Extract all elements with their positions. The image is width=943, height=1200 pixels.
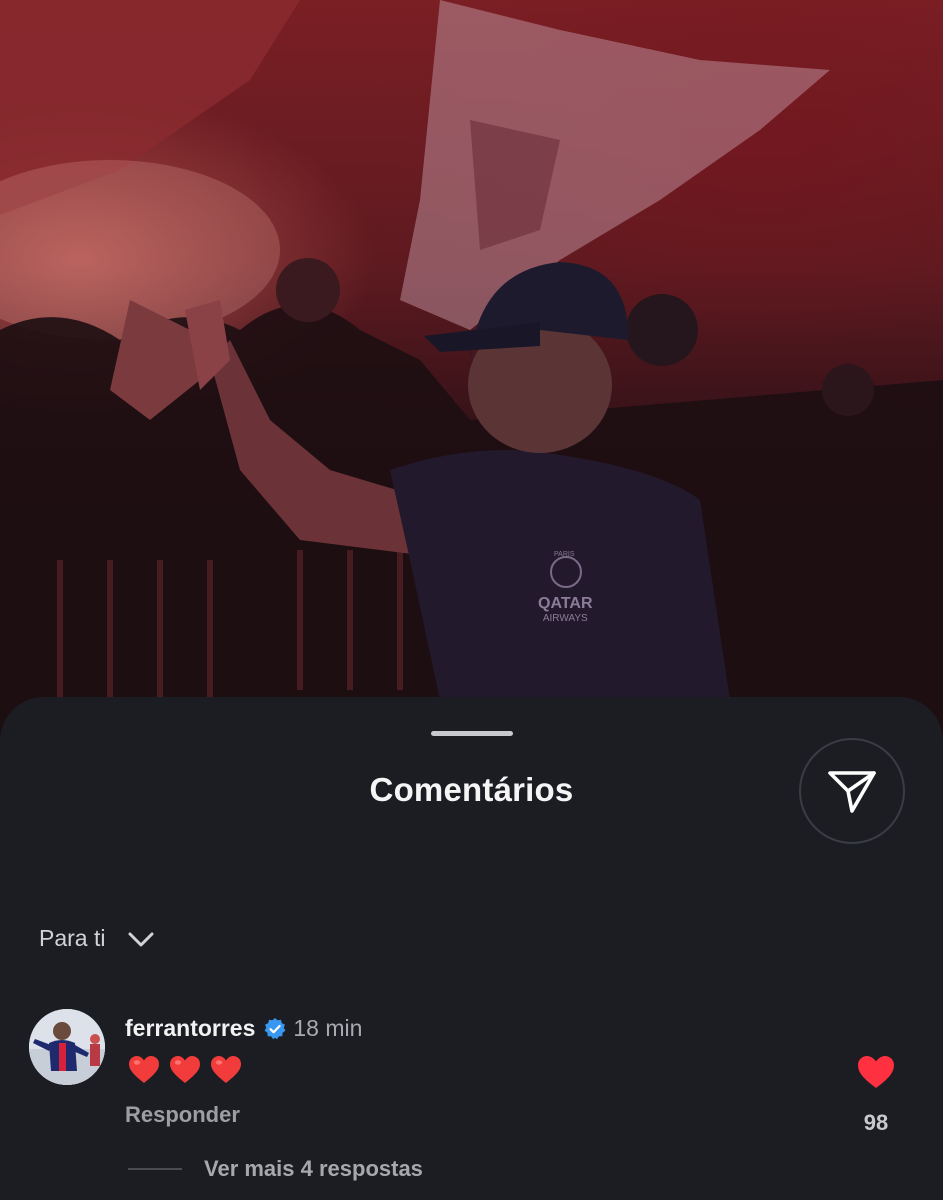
sort-label: Para ti: [39, 925, 106, 951]
comments-sheet: Comentários Para ti ferrantorres 18 min …: [0, 697, 943, 1200]
comment-timestamp: 18 min: [293, 1015, 363, 1041]
red-heart-emoji-icon: [211, 1056, 241, 1083]
chevron-down-icon: [128, 932, 154, 946]
comment-text: [128, 1055, 242, 1085]
photo-illustration: [0, 0, 943, 760]
sort-dropdown[interactable]: Para ti: [39, 925, 155, 952]
shirt-sponsor-line2: AIRWAYS: [542, 613, 588, 624]
avatar[interactable]: [29, 1009, 105, 1085]
verified-badge-icon: [264, 1017, 286, 1039]
sheet-grabber-handle[interactable]: [431, 731, 513, 736]
view-replies-button[interactable]: Ver mais 4 respostas: [128, 1156, 423, 1182]
avatar-image: [29, 1009, 105, 1085]
paper-plane-icon: [828, 771, 876, 813]
reply-button[interactable]: Responder: [125, 1102, 240, 1128]
post-photo: PARIS QATAR AIRWAYS: [0, 0, 943, 760]
shirt-sponsor-line1: QATAR: [538, 595, 593, 612]
red-heart-emoji-icon: [129, 1056, 159, 1083]
heart-like-icon[interactable]: [856, 1054, 896, 1090]
comment-username[interactable]: ferrantorres: [125, 1015, 255, 1042]
replies-divider: [128, 1168, 182, 1170]
share-button[interactable]: [799, 738, 905, 844]
shirt-badge-text: PARIS: [554, 551, 575, 558]
view-replies-label: Ver mais 4 respostas: [204, 1156, 423, 1181]
like-control: 98: [846, 1054, 906, 1136]
comment-header: ferrantorres 18 min: [125, 1015, 362, 1042]
red-heart-emoji-icon: [170, 1056, 200, 1083]
shirt-sponsor: QATAR AIRWAYS: [538, 596, 593, 624]
like-count: 98: [863, 1110, 889, 1135]
